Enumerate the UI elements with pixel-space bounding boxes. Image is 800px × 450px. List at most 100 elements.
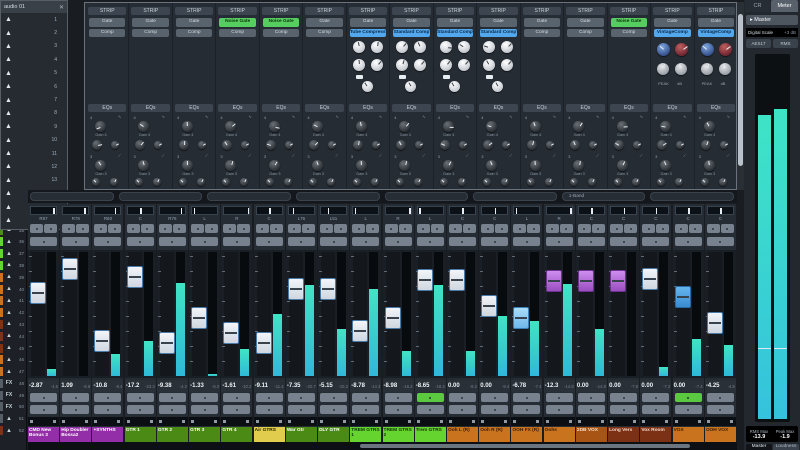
fader-cap[interactable] (223, 322, 239, 344)
pan-control[interactable] (481, 206, 508, 215)
gate-slot-button[interactable]: Gate (306, 18, 342, 27)
fader-cap[interactable] (707, 312, 723, 334)
racks-scrollbar[interactable] (737, 2, 744, 190)
mute-button[interactable] (385, 224, 398, 233)
solo-button[interactable] (44, 224, 57, 233)
popup-channel-item[interactable]: ▲12 (1, 160, 67, 173)
record-enable-button[interactable] (385, 405, 412, 414)
knob[interactable] (657, 43, 670, 56)
knob[interactable] (573, 121, 584, 132)
mute-button[interactable] (320, 224, 333, 233)
fader-cap[interactable] (546, 270, 562, 292)
channel-name-label[interactable]: Long Vers (608, 427, 639, 442)
pan-control[interactable] (642, 206, 669, 215)
rail-channel-item[interactable]: ▲52 (0, 425, 26, 437)
knob[interactable] (225, 121, 236, 132)
knob[interactable] (414, 41, 426, 53)
knob[interactable] (135, 178, 143, 186)
channel-name-label[interactable]: TREM GTRS 1 (350, 427, 381, 442)
strip-rack-header[interactable]: STRIP (175, 7, 213, 15)
pan-control[interactable] (288, 206, 315, 215)
pan-control[interactable] (256, 206, 283, 215)
knob[interactable] (225, 160, 236, 171)
monitor-button[interactable] (62, 393, 89, 402)
knob[interactable] (530, 121, 541, 132)
solo-button[interactable] (527, 224, 540, 233)
edit-channel-button[interactable] (385, 237, 412, 246)
knob[interactable] (614, 140, 624, 150)
knob[interactable] (657, 63, 669, 75)
comp-slot-button[interactable]: VintageComp (654, 29, 690, 38)
eq-rack-header[interactable]: EQs (88, 104, 126, 112)
comp-slot-button[interactable]: Comp (611, 29, 647, 38)
knob[interactable] (396, 59, 408, 71)
knob[interactable] (459, 141, 467, 149)
knob[interactable] (414, 59, 426, 71)
knob[interactable] (241, 141, 249, 149)
knob[interactable] (719, 178, 727, 186)
mute-button[interactable] (449, 224, 462, 233)
eq-rack-header[interactable]: EQs (653, 104, 691, 112)
tab-master-bottom[interactable]: Master (746, 444, 772, 450)
eq-rack-header[interactable]: EQs (436, 104, 474, 112)
monitor-button[interactable] (159, 393, 186, 402)
eq-rack-header[interactable]: EQs (305, 104, 343, 112)
comp-slot-button[interactable]: Standard Comp (480, 29, 516, 38)
fader-track[interactable] (321, 252, 335, 376)
solo-button[interactable] (689, 224, 702, 233)
racks-scrollbar-thumb[interactable] (738, 14, 743, 166)
knob[interactable] (396, 41, 408, 53)
knob[interactable] (309, 178, 317, 186)
solo-button[interactable] (302, 224, 315, 233)
edit-channel-button[interactable] (352, 237, 379, 246)
knob[interactable] (676, 141, 684, 149)
edit-channel-button[interactable] (223, 237, 250, 246)
solo-button[interactable] (76, 224, 89, 233)
mute-button[interactable] (707, 224, 720, 233)
rail-channel-item[interactable]: FX49 (0, 389, 26, 401)
strip-rack-header[interactable]: STRIP (392, 7, 430, 15)
knob[interactable] (356, 160, 367, 171)
comp-slot-button[interactable]: Standard Comp (393, 29, 429, 38)
record-enable-button[interactable] (94, 405, 121, 414)
knob[interactable] (179, 178, 187, 186)
popup-channel-item[interactable]: ▲3 (1, 40, 67, 53)
master-section-header[interactable]: ▸ Master (746, 15, 798, 25)
popup-channel-item[interactable]: ▲13 (1, 174, 67, 187)
record-enable-button[interactable] (62, 405, 89, 414)
channel-name-label[interactable]: Hip Doubler Bossa2 (60, 427, 91, 442)
gate-slot-button[interactable]: Gate (698, 18, 734, 27)
pan-control[interactable] (320, 206, 347, 215)
solo-button[interactable] (141, 224, 154, 233)
comp-slot-button[interactable]: Comp (567, 29, 603, 38)
mute-button[interactable] (578, 224, 591, 233)
record-enable-button[interactable] (578, 405, 605, 414)
knob[interactable] (399, 121, 410, 132)
knob[interactable] (589, 141, 597, 149)
monitor-button[interactable] (223, 393, 250, 402)
meter-option-button-2[interactable]: RMS (773, 39, 798, 48)
popup-channel-item[interactable]: ▲8 (1, 107, 67, 120)
fader-cap[interactable] (675, 286, 691, 308)
knob[interactable] (353, 140, 363, 150)
fader-cap[interactable] (385, 307, 401, 329)
knob[interactable] (443, 160, 454, 171)
rail-channel-item[interactable]: ▲40 (0, 283, 26, 295)
knob[interactable] (501, 178, 509, 186)
popup-channel-item[interactable]: ▲6 (1, 80, 67, 93)
knob[interactable] (266, 178, 274, 186)
mute-button[interactable] (546, 224, 559, 233)
comp-slot-button[interactable]: Comp (219, 29, 255, 38)
knob[interactable] (617, 160, 628, 171)
fader-cap[interactable] (352, 320, 368, 342)
knob[interactable] (719, 43, 732, 56)
monitor-button[interactable] (449, 393, 476, 402)
channel-name-label[interactable]: Oohs (544, 427, 575, 442)
knob[interactable] (440, 178, 448, 186)
monitor-button[interactable] (610, 393, 637, 402)
knob[interactable] (570, 178, 578, 186)
horizontal-scrollbar[interactable] (28, 442, 737, 450)
knob[interactable] (399, 160, 410, 171)
mute-button[interactable] (256, 224, 269, 233)
pan-control[interactable] (546, 206, 573, 215)
